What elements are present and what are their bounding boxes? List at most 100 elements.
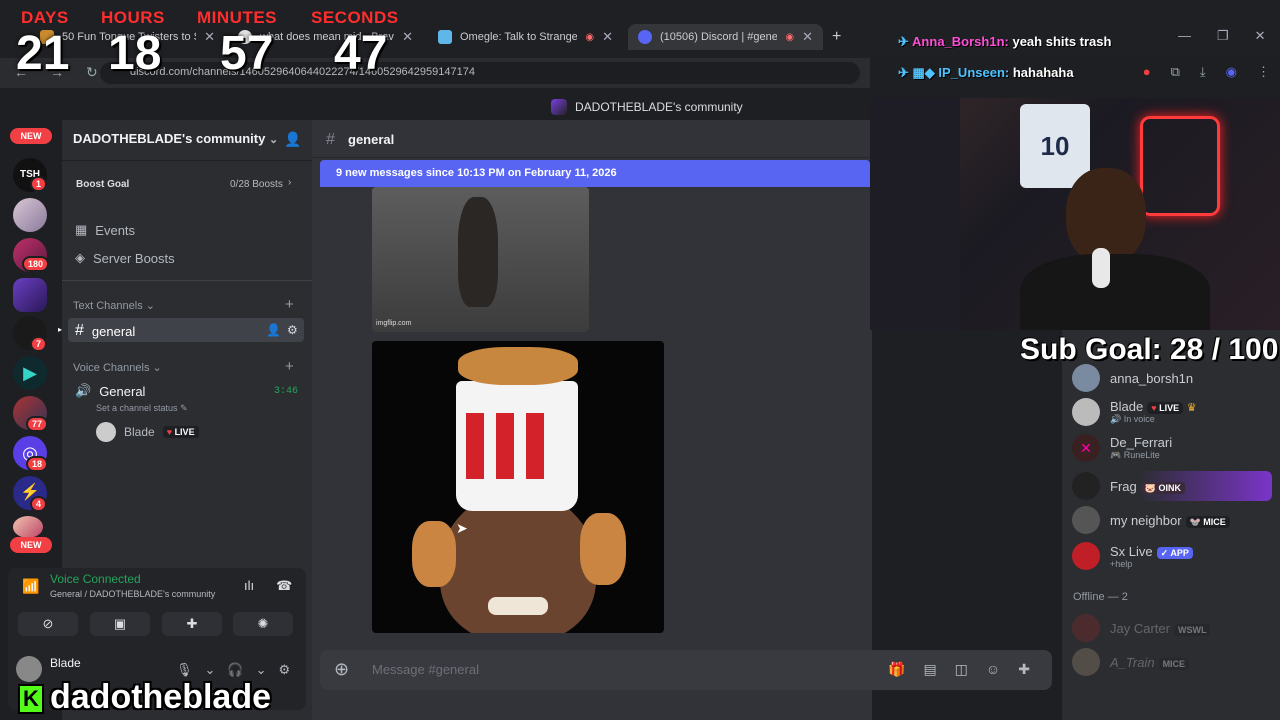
member-row[interactable]: my neighbor 🐭 MICE [1072,506,1230,534]
gif-watermark: imgflip.com [376,320,412,327]
new-tab-icon[interactable]: + [832,28,841,46]
download-icon[interactable]: ⤓ [1200,64,1206,84]
emoji-icon[interactable]: ☺ [986,661,1000,678]
jersey-image: 10 [1020,104,1090,188]
close-icon[interactable]: ✕ [204,29,215,45]
voice-user-row[interactable]: Blade ♥ LIVE [96,422,199,442]
member-row-offline[interactable]: Jay Carter WSWL [1072,614,1211,642]
recording-icon: ◉ [785,31,795,43]
server-icon-current[interactable] [13,278,47,312]
close-icon[interactable]: ✕ [602,29,613,45]
member-row[interactable]: Blade ♥ LIVE ♛ 🔊 In voice [1072,398,1197,426]
close-icon[interactable]: ✕ [802,29,813,45]
add-text-channel-icon[interactable]: + [285,296,294,313]
member-row[interactable]: Sx Live ✓ APP +help [1072,542,1193,570]
unread-badge: 7 [30,336,48,352]
unread-badge: 18 [26,456,49,472]
record-icon[interactable]: ● [1143,64,1151,84]
pin-icon: ✈ [898,34,909,49]
apps-icon[interactable]: ✚ [1018,661,1030,678]
countdown-seconds: 47 [334,27,388,80]
category-label: Text Channels [73,300,143,312]
image-attachment[interactable] [372,341,664,633]
disconnect-icon[interactable]: ☎ [276,578,292,594]
extensions-icon[interactable]: ⧉ [1171,64,1180,84]
member-activity: RuneLite [1123,450,1160,460]
camera-button[interactable]: ⊘ [18,612,78,636]
browser-tab-4[interactable]: (10506) Discord | #general ◉ ✕ [628,24,823,50]
category-text-channels[interactable]: Text Channels ⌄ [73,299,155,312]
server-boosts-label: Server Boosts [93,250,175,266]
signal-icon[interactable]: 📶 [22,578,39,595]
chevron-down-icon[interactable]: ⌄ [256,662,267,678]
browser-tab-3[interactable]: Omegle: Talk to Strangers w ◉ ✕ [428,24,623,50]
server-icon[interactable] [13,198,47,232]
channel-label: general [91,323,136,339]
reload-icon[interactable]: ↻ [86,64,98,81]
address-bar[interactable]: discord.com/channels/1460529640644022274… [100,62,860,84]
soundboard-icon[interactable]: ılı [244,578,254,594]
events-link[interactable]: ▦ Events [75,222,135,238]
unread-badge: 1 [30,176,48,192]
unread-dot-icon: ▸ [58,325,63,334]
unread-badge: 180 [22,256,50,272]
screen-share-button[interactable]: ▣ [90,612,150,636]
activities-button[interactable]: ✚ [162,612,222,636]
minimize-icon[interactable]: — [1178,28,1191,44]
maximize-icon[interactable]: ❐ [1217,28,1229,44]
gift-icon[interactable]: 🎁 [888,661,905,678]
invite-icon[interactable]: 👤 [266,323,281,337]
chat-text: yeah shits trash [1012,34,1112,49]
server-icon[interactable] [13,516,43,538]
chevron-down-icon[interactable]: ⌄ [205,662,216,678]
countdown-minutes-label: MINUTES [197,8,277,27]
member-row-offline[interactable]: A_Train MICE [1072,648,1190,676]
invite-icon[interactable]: 👤 [284,131,301,148]
category-voice-channels[interactable]: Voice Channels ⌄ [73,361,162,374]
close-window-icon[interactable]: ✕ [1255,28,1266,44]
member-row[interactable]: anna_borsh1n [1072,364,1193,392]
member-row[interactable]: ✕ De_Ferrari 🎮 RuneLite [1072,434,1172,462]
sticker-icon[interactable]: ◫ [955,661,968,678]
countdown-seconds-label: SECONDS [311,8,399,27]
avatar [1072,364,1100,392]
live-badge: ♥ LIVE [162,426,199,438]
new-badge: NEW [10,128,52,144]
gear-icon[interactable]: ⚙ [287,323,298,337]
profile-icon[interactable]: ◉ [1226,64,1237,84]
gif-attachment[interactable]: imgflip.com [372,187,589,332]
server-header[interactable]: DADOTHEBLADE's community ⌄ [73,131,278,146]
recording-icon: ◉ [585,31,595,43]
user-avatar[interactable] [16,656,42,682]
server-boosts-link[interactable]: ◈ Server Boosts [75,250,175,266]
member-name: Jay Carter [1110,620,1170,636]
hash-icon: # [75,322,84,339]
heart-icon: ♥ [1151,403,1157,413]
voice-channel-general[interactable]: 🔊 General [75,383,145,399]
dancing-rat-image [458,197,498,307]
server-icon[interactable]: ▶ [13,356,47,390]
new-messages-banner[interactable]: 9 new messages since 10:13 PM on Februar… [320,160,870,187]
gear-icon[interactable]: ⚙ [279,662,291,678]
avatar [1072,398,1100,426]
boost-goal[interactable]: Boost Goal 0/28 Boosts › [66,172,302,196]
soundboard-button[interactable]: ✺ [233,612,293,636]
add-voice-channel-icon[interactable]: + [285,358,294,375]
chevron-down-icon: ⌄ [145,300,155,312]
add-attachment-icon[interactable]: ⊕ [334,659,349,680]
close-icon[interactable]: ✕ [402,29,413,45]
speaker-icon: 🔊 [75,383,92,398]
countdown-hours-label: HOURS [101,8,165,27]
voice-timer: 3:46 [274,386,299,397]
countdown-days: 21 [16,27,70,80]
offline-header: Offline — 2 [1073,591,1128,603]
headphones-icon[interactable]: 🎧 [227,662,243,678]
menu-icon[interactable]: ⋮ [1257,64,1270,84]
live-label: LIVE [174,427,195,437]
channel-status-link[interactable]: Set a channel status ✎ [96,403,188,414]
gif-icon[interactable]: ▤ [923,661,936,678]
channel-general-label-row[interactable]: # general [75,322,135,340]
banner-text: 9 new messages since 10:13 PM on Februar… [336,167,617,179]
microphone-icon[interactable]: 🎙 [176,662,193,678]
member-row[interactable]: Frag 🐷 OINK [1072,472,1185,500]
